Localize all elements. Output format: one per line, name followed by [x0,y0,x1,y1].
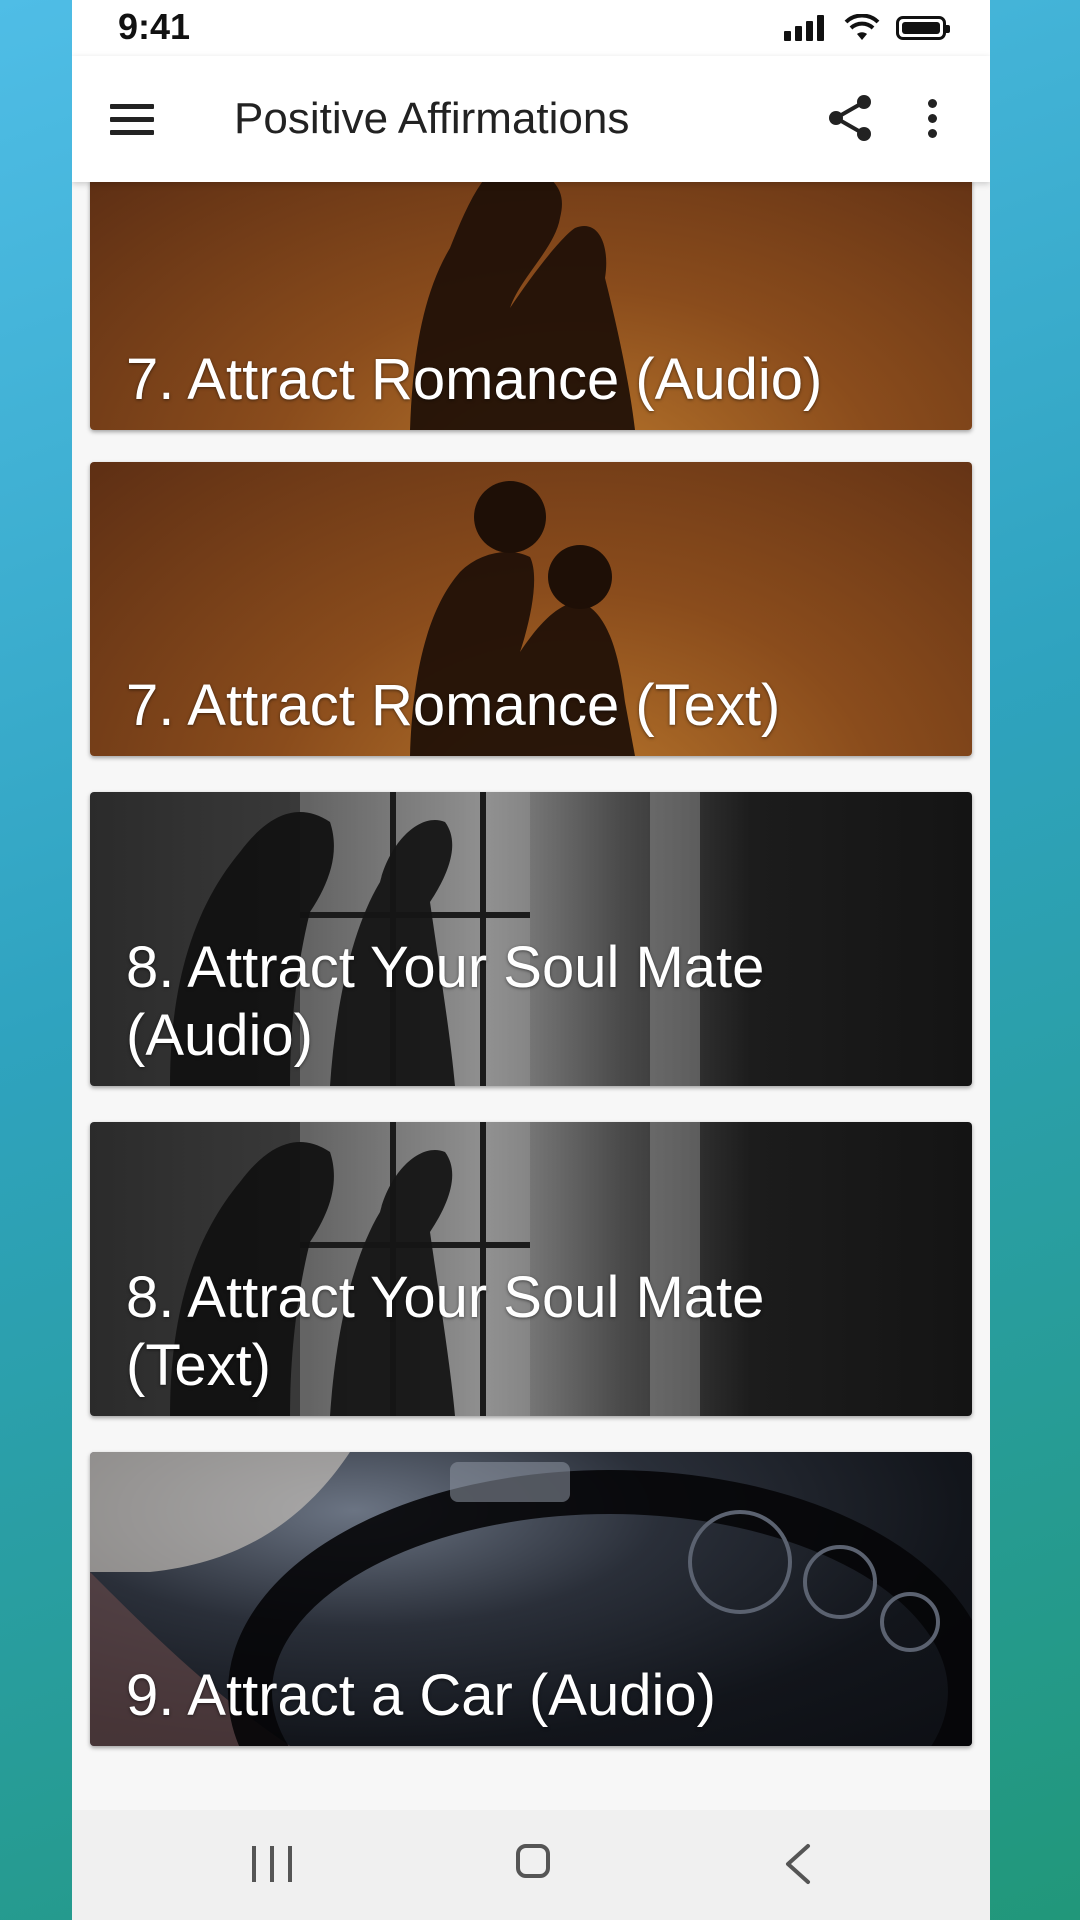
home-icon[interactable] [516,1844,550,1878]
app-bar: Positive Affirmations [72,56,990,182]
menu-icon[interactable] [110,96,156,142]
card-title: 7. Attract Romance (Text) [126,673,781,738]
card-title: 8. Attract Your Soul Mate (Text) [126,1265,765,1398]
status-bar: 9:41 [72,0,990,56]
status-time: 9:41 [118,6,191,47]
share-icon[interactable] [824,92,876,144]
list-item[interactable]: 9. Attract a Car (Audio) [90,1452,972,1746]
system-nav-bar [72,1810,990,1920]
card-title: 8. Attract Your Soul Mate (Audio) [126,935,765,1068]
affirmations-list: 7. Attract Romance (Audio) 7. Attract Ro… [72,182,990,1810]
phone-screen: 9:41 Positive Affirmations 7. Attract Ro… [72,0,990,1920]
card-title: 9. Attract a Car (Audio) [126,1663,716,1728]
signal-icon [784,15,828,41]
list-item[interactable]: 8. Attract Your Soul Mate (Audio) [90,792,972,1086]
back-icon[interactable] [778,1842,818,1886]
recents-icon[interactable] [252,1846,292,1882]
battery-icon [896,16,950,40]
list-item[interactable]: 7. Attract Romance (Audio) [90,182,972,430]
wifi-icon [844,14,880,40]
card-title: 7. Attract Romance (Audio) [126,347,823,412]
more-vert-icon[interactable] [920,92,944,144]
list-item[interactable]: 8. Attract Your Soul Mate (Text) [90,1122,972,1416]
list-item[interactable]: 7. Attract Romance (Text) [90,462,972,756]
status-icons [784,12,950,44]
app-title: Positive Affirmations [234,94,630,143]
